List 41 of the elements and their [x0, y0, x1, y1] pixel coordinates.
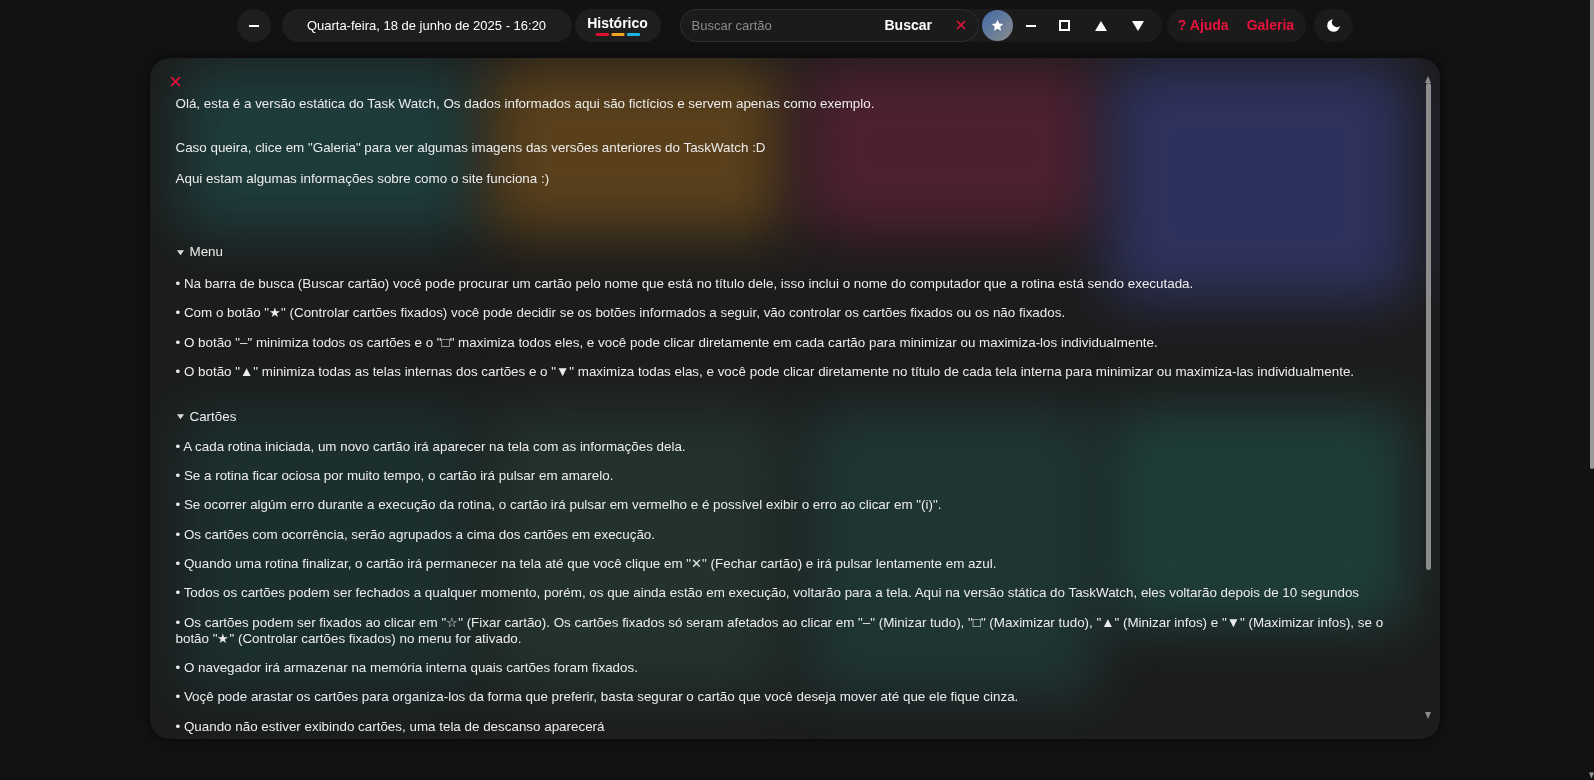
bullet-text: • Os cartões podem ser fixados ao clicar em "☆" (Fixar cartão). Os cartões fixados só seram afetados ao clicar em "–" (Minizar tudo), "□" (Maximizar tudo), "▲" (Minizar infos) e "▼" (Maximizar infos), se o botão "★" (Controlar cartões fixados) no menu for ativado. — [175, 614, 1385, 647]
section-toggle[interactable]: Menu — [175, 244, 223, 260]
intro-text: Caso queira, clice em "Galeria" para ver algumas imagens das versões anteriores do TaskWatch :D — [175, 140, 766, 156]
intro-text: Olá, esta é a versão estática do Task Watch, Os dados informados aqui são fictícios e servem apenas como exemplo. — [175, 96, 875, 112]
moon-icon — [1324, 17, 1342, 34]
bullet-text: • Todos os cartões podem ser fechados a qualquer momento, porém, os que ainda estão em execução, voltarão para a tela. Aqui na versão stática do TaskWatch, eles voltarão depois de 10 segundos — [175, 585, 1360, 602]
bullet-text: • Quando uma rotina finalizar, o cartão irá permanecer na tela até que você clique em "✕" (Fechar cartão) e irá pulsar lentamente em azul. — [175, 556, 997, 573]
minus-icon — [1025, 24, 1036, 27]
triangle-up-icon — [1094, 20, 1107, 31]
close-icon — [169, 76, 181, 87]
color-stripes-icon — [595, 33, 640, 36]
bullet-text: • Se ocorrer algúm erro durante a execução da rotina, o cartão irá pulsar em vermelho e é possível exibir o erro ao clicar em "(i)". — [175, 497, 942, 514]
intro-text: Aqui estam algumas informações sobre como o site funciona :) — [175, 171, 550, 187]
bullet-text: • O navegador irá armazenar na memória interna quais cartões foram fixados. — [175, 659, 638, 676]
scroll-down-arrow-icon[interactable] — [1425, 712, 1431, 719]
close-icon — [955, 20, 966, 30]
bullet-text: • Quando não estiver exibindo cartões, uma tela de descanso aparecerá — [175, 718, 605, 735]
theme-toggle-button[interactable] — [1313, 9, 1353, 42]
close-button[interactable] — [169, 76, 181, 87]
star-button[interactable] — [981, 10, 1013, 41]
bullet-text: • Voçê pode arastar os cartões para organiza-los da forma que preferir, basta segurar o cartão que você deseja mover até que ele fique cinza. — [175, 689, 1019, 706]
scroll-down-arrow-icon[interactable] — [1589, 772, 1594, 779]
bullet-text: • Se a rotina ficar ociosa por muito tempo, o cartão irá pulsar em amarelo. — [175, 468, 614, 485]
scroll-up-arrow-icon[interactable] — [1425, 76, 1431, 83]
bullet-text: • Com o botão "★" (Controlar cartões fixados) você pode decidir se os botões informados a seguir, vão controlar os cartões fixados ou os não fixados. — [175, 305, 1066, 322]
search-button[interactable]: Buscar — [884, 17, 932, 34]
bullet-text: • Na barra de busca (Buscar cartão) você pode procurar um cartão pelo nome que está no título dele, isso inclui o nome do computador que a rotina está sendo executada. — [175, 276, 1194, 292]
history-button[interactable]: Histórico — [574, 9, 661, 42]
gallery-link[interactable]: Galeria — [1246, 15, 1295, 36]
star-icon — [990, 19, 1004, 32]
date-time: Quarta-feira, 18 de junho de 2025 - 16:20 — [281, 9, 572, 42]
minus-icon — [248, 24, 259, 27]
bullet-text: • O botão "–" minimiza todos os cartões e o "□" maximiza todos eles, e você pode clicar diretamente em cada cartão para minimizar ou maximiza-los individualmente. — [175, 334, 1158, 351]
bullet-text: • A cada rotina iniciada, um novo cartão irá aparecer na tela com as informações dela. — [175, 438, 686, 455]
section-toggle[interactable]: Cartões — [175, 408, 237, 425]
square-icon — [1059, 20, 1070, 31]
bullet-text: • O botão "▲" minimiza todas as telas internas dos cartões e o "▼" maximiza todas elas, e você pode clicar diretamente no título de cada tela interna para minimizar ou maximiza-las individualmente. — [175, 363, 1355, 380]
help-link[interactable]: ? Ajuda — [1177, 15, 1229, 36]
scrollbar-thumb[interactable] — [1589, 0, 1594, 469]
triangle-down-icon — [1131, 20, 1144, 31]
bullet-text: • Os cartões com ocorrência, serão agrupados a cima dos cartões em execução. — [175, 526, 656, 543]
